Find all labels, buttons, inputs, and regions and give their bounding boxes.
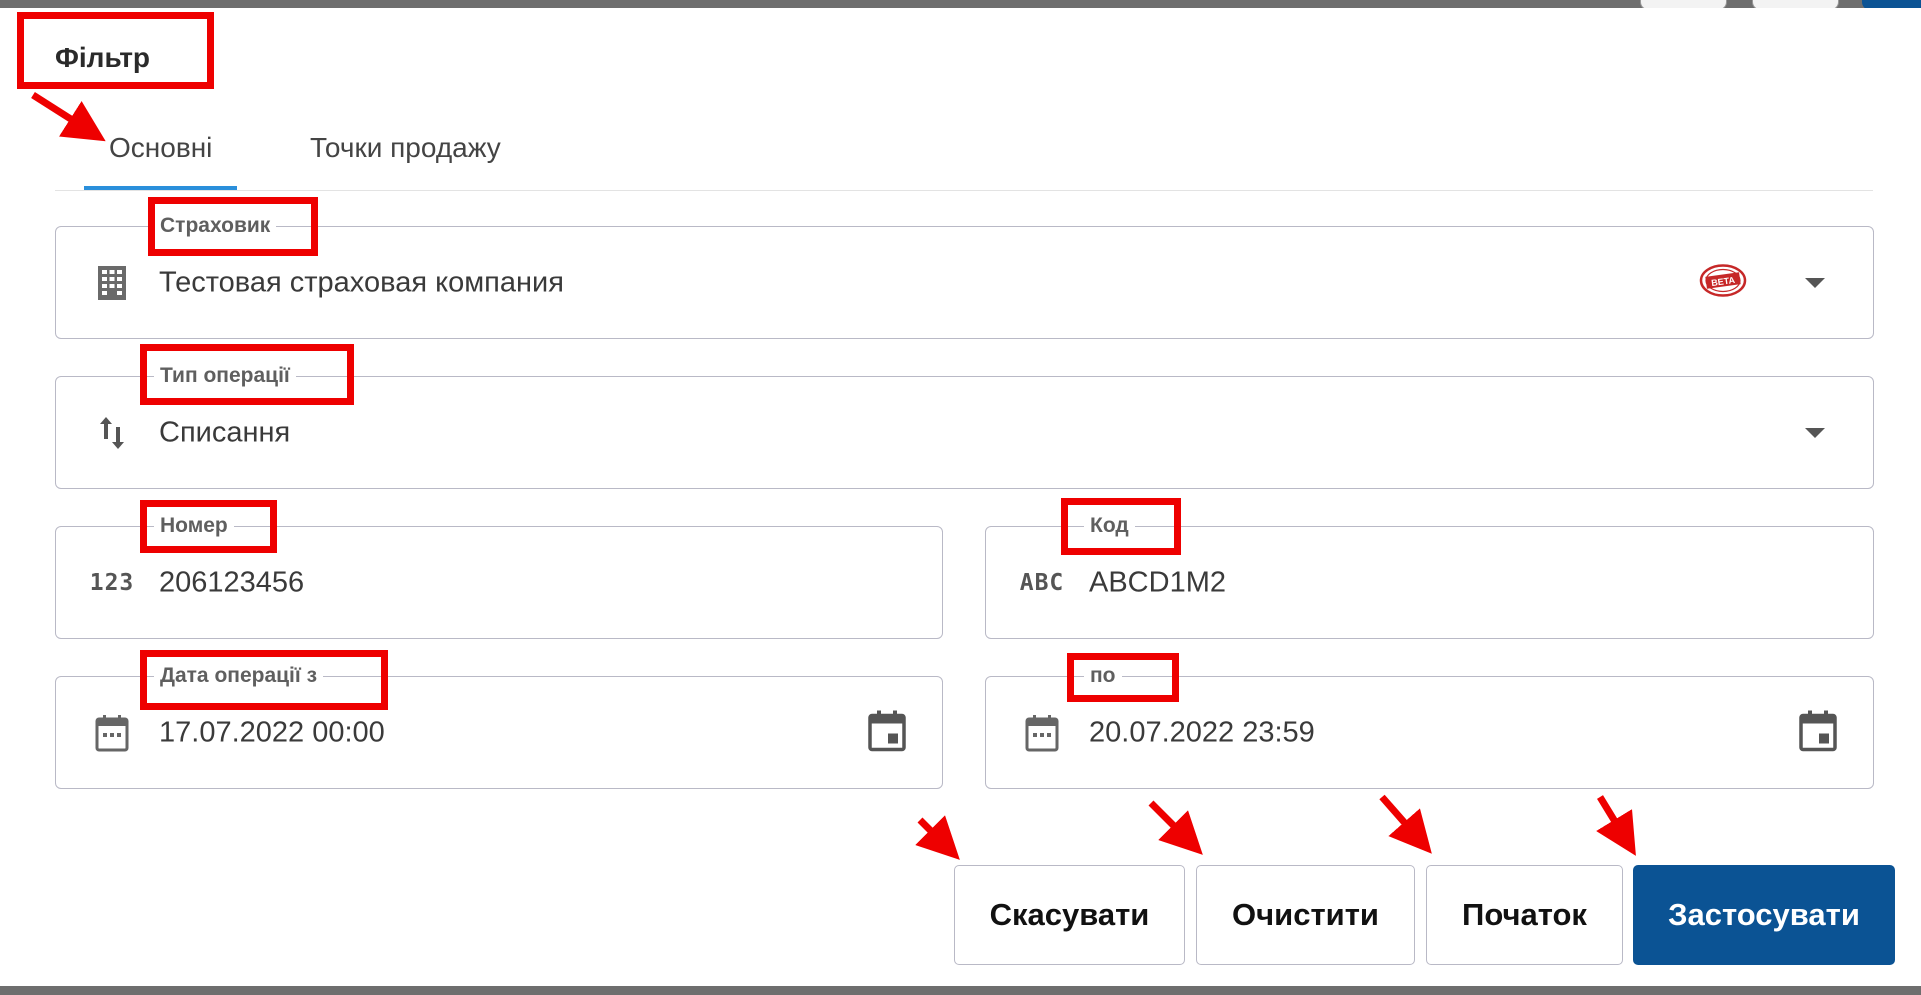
- svg-text:BETA: BETA: [1711, 274, 1736, 287]
- operation-type-select[interactable]: Тип операції Списання: [55, 364, 1874, 489]
- calendar-picker-icon[interactable]: [868, 709, 906, 756]
- date-from-label: Дата операції з: [154, 664, 324, 688]
- clear-button[interactable]: Очистити: [1196, 865, 1415, 965]
- filter-dialog: Фільтр Основні Точки продажу Страховик Т…: [0, 8, 1921, 986]
- chevron-down-icon[interactable]: [1805, 277, 1825, 288]
- insurer-value: Тестовая страховая компания: [159, 266, 564, 298]
- tab-points-of-sale[interactable]: Точки продажу: [285, 120, 526, 190]
- beta-stamp-icon: BETA: [1698, 262, 1748, 303]
- operation-type-value: Списання: [159, 416, 291, 448]
- number-input[interactable]: Номер 123 206123456: [55, 514, 943, 639]
- insurer-select[interactable]: Страховик Тестовая страховая компания BE…: [55, 214, 1874, 339]
- insurer-label: Страховик: [154, 214, 277, 238]
- code-value: ABCD1M2: [1089, 566, 1226, 598]
- calendar-icon: [1022, 713, 1062, 753]
- building-icon: [92, 263, 132, 303]
- reset-button[interactable]: Початок: [1426, 865, 1623, 965]
- date-to-label: по: [1084, 664, 1122, 688]
- tab-bar: Основні Точки продажу: [55, 120, 1873, 191]
- number-value: 206123456: [159, 566, 305, 598]
- number-label: Номер: [154, 514, 234, 538]
- date-to-input[interactable]: по 20.07.2022 23:59: [985, 664, 1874, 789]
- date-to-value: 20.07.2022 23:59: [1089, 716, 1315, 748]
- alphabetical-icon: ABC: [1019, 569, 1065, 596]
- tab-main[interactable]: Основні: [84, 120, 238, 190]
- swap-vertical-icon: [92, 413, 132, 453]
- apply-button[interactable]: Застосувати: [1633, 865, 1895, 965]
- date-from-input[interactable]: Дата операції з 17.07.2022 00:00: [55, 664, 943, 789]
- code-label: Код: [1084, 514, 1135, 538]
- numeric-icon: 123: [89, 569, 135, 596]
- chevron-down-icon[interactable]: [1805, 427, 1825, 438]
- dialog-title: Фільтр: [55, 42, 151, 73]
- calendar-picker-icon[interactable]: [1799, 709, 1837, 756]
- code-input[interactable]: Код ABC ABCD1M2: [985, 514, 1874, 639]
- operation-type-label: Тип операції: [154, 364, 296, 388]
- cancel-button[interactable]: Скасувати: [954, 865, 1185, 965]
- calendar-icon: [92, 713, 132, 753]
- date-from-value: 17.07.2022 00:00: [159, 716, 385, 748]
